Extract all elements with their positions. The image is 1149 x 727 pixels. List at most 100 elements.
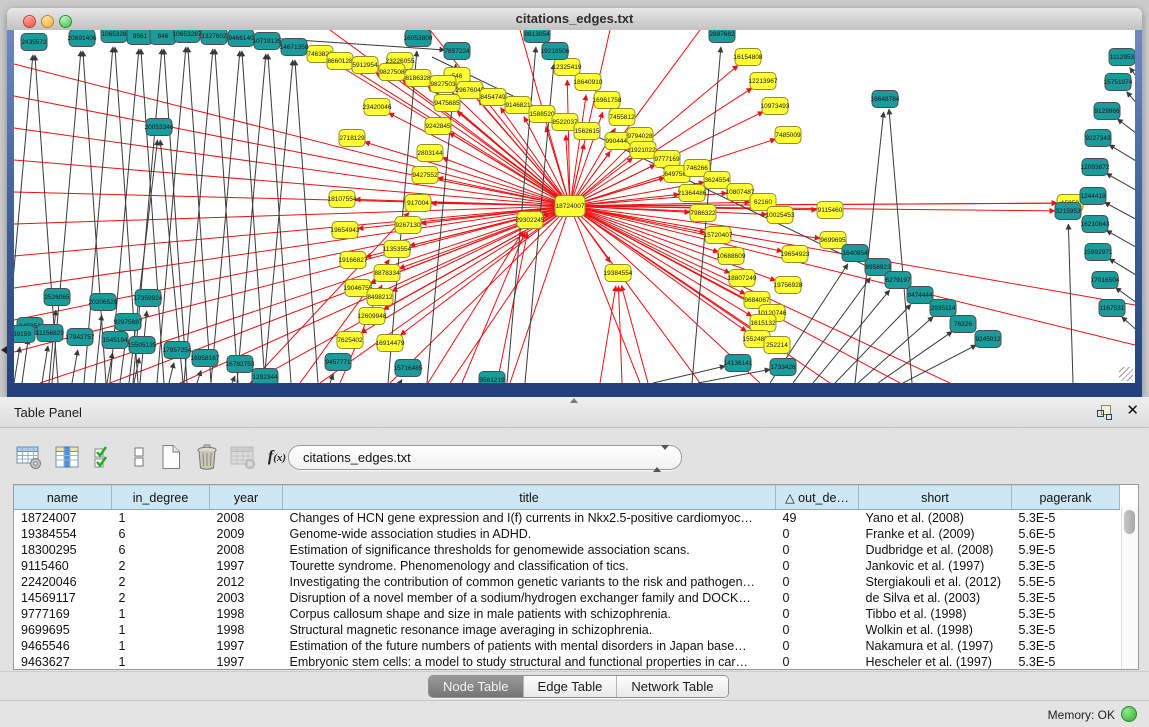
svg-text:7485009: 7485009 (775, 132, 801, 139)
scrollbar-thumb[interactable] (1124, 510, 1135, 534)
column-visibility-icon[interactable] (90, 443, 120, 471)
application-desktop: citations_edges.txt 18724007746382286601… (0, 0, 1149, 727)
table-cell: Yano et al. (2008) (859, 510, 1012, 527)
svg-text:16782753: 16782753 (226, 361, 255, 368)
svg-text:8813054: 8813054 (524, 31, 550, 38)
svg-text:19384554: 19384554 (604, 270, 633, 277)
column-header-1[interactable]: in_degree (112, 486, 210, 510)
table-row[interactable]: 969969511998Structural magnetic resonanc… (14, 622, 1120, 638)
table-row[interactable]: 946362711997Embryonic stem cells: a mode… (14, 654, 1120, 670)
table-row[interactable]: 977716911998Corpus callosum shape and si… (14, 606, 1120, 622)
table-cell: 0 (776, 558, 859, 574)
svg-text:9684067: 9684067 (744, 297, 770, 304)
table-row[interactable]: 1938455462009Genome-wide association stu… (14, 526, 1120, 542)
network-window[interactable]: citations_edges.txt 18724007746382286601… (7, 8, 1142, 397)
svg-text:2935114: 2935114 (931, 305, 956, 312)
svg-text:19166827: 19166827 (339, 257, 368, 264)
tab-network-table[interactable]: Network Table (617, 676, 727, 697)
svg-text:15751074: 15751074 (1104, 79, 1133, 86)
svg-text:8186328: 8186328 (405, 75, 431, 82)
svg-text:19756928: 19756928 (774, 282, 803, 289)
svg-text:9699695: 9699695 (820, 237, 846, 244)
table-vertical-scrollbar[interactable] (1121, 507, 1138, 669)
svg-text:917004: 917004 (407, 200, 429, 207)
table-cell: de Silva et al. (2003) (859, 590, 1012, 606)
svg-text:6279197: 6279197 (885, 277, 911, 284)
table-settings-icon[interactable] (14, 443, 44, 471)
column-header-4[interactable]: △ out_de… (776, 486, 859, 510)
column-header-3[interactable]: title (283, 486, 776, 510)
svg-text:9794028: 9794028 (627, 133, 653, 140)
table-cell: Wolkin et al. (1998) (859, 622, 1012, 638)
panel-collapse-arrow-icon[interactable] (1, 346, 7, 354)
table-cell: 0 (776, 590, 859, 606)
table-cell: Tibbo et al. (1998) (859, 606, 1012, 622)
row-height-icon[interactable] (124, 443, 154, 471)
svg-text:9561: 9561 (133, 33, 148, 40)
svg-text:18640910: 18640910 (574, 79, 603, 86)
network-canvas[interactable]: 1872400774638228660128591295423226055982… (14, 30, 1135, 383)
svg-text:8878334: 8878334 (374, 270, 400, 277)
svg-text:62160: 62160 (754, 199, 772, 206)
svg-text:7455812: 7455812 (609, 114, 635, 121)
svg-text:9242845: 9242845 (425, 123, 451, 130)
column-header-5[interactable]: short (859, 486, 1012, 510)
column-header-6[interactable]: pagerank (1012, 486, 1120, 510)
table-cell: 5.6E-5 (1012, 526, 1120, 542)
svg-text:10653287: 10653287 (173, 31, 202, 38)
table-cell: 1998 (210, 606, 283, 622)
table-cell: Stergiakouli et al. (2012) (859, 574, 1012, 590)
table-cell: Investigating the contribution of common… (283, 574, 776, 590)
column-header-0[interactable]: name (14, 486, 112, 510)
svg-text:14136141: 14136141 (724, 360, 753, 367)
table-cell: 0 (776, 574, 859, 590)
svg-text:746266: 746266 (686, 165, 708, 172)
table-selector-dropdown[interactable]: citations_edges.txt (288, 445, 682, 470)
table-panel-header: Table Panel ✕ (0, 397, 1149, 428)
svg-text:10025453: 10025453 (766, 212, 795, 219)
table-selector-value: citations_edges.txt (303, 450, 411, 465)
table-row[interactable]: 1456911722003Disruption of a novel membe… (14, 590, 1120, 606)
new-table-icon[interactable] (156, 443, 186, 471)
table-cell: Estimation of significance thresholds fo… (283, 542, 776, 558)
svg-text:9475685: 9475685 (434, 100, 460, 107)
splitter-handle[interactable] (570, 398, 578, 403)
svg-text:20691406: 20691406 (68, 35, 97, 42)
tab-edge-table[interactable]: Edge Table (524, 676, 618, 697)
table-cell: 19384554 (14, 526, 112, 542)
svg-text:17957254: 17957254 (163, 347, 192, 354)
svg-text:252214: 252214 (766, 342, 788, 349)
svg-text:10973493: 10973493 (761, 103, 790, 110)
table-cell: 49 (776, 510, 859, 527)
table-row[interactable]: 1830029562008Estimation of significance … (14, 542, 1120, 558)
svg-text:29302245: 29302245 (516, 217, 545, 224)
svg-text:17942757: 17942757 (66, 334, 95, 341)
close-panel-icon[interactable]: ✕ (1126, 403, 1139, 419)
table-row[interactable]: 946554611997Estimation of the future num… (14, 638, 1120, 654)
table-header-row: namein_degreeyeartitle△ out_de…shortpage… (14, 486, 1120, 510)
svg-text:9827508: 9827508 (379, 69, 405, 76)
column-header-2[interactable]: year (210, 486, 283, 510)
table-cell: 1997 (210, 654, 283, 670)
svg-text:20053346: 20053346 (145, 124, 174, 131)
svg-text:3624554: 3624554 (704, 177, 730, 184)
svg-text:23420046: 23420046 (363, 104, 392, 111)
svg-text:92975887: 92975887 (114, 319, 143, 326)
table-tabs-bar: Node TableEdge TableNetwork Table (0, 671, 1149, 701)
table-cell: Disruption of a novel member of a sodium… (283, 590, 776, 606)
table-cell: 22420046 (14, 574, 112, 590)
delete-entries-icon[interactable] (192, 443, 222, 471)
svg-text:1588520: 1588520 (529, 111, 555, 118)
network-window-frame: 1872400774638228660128591295423226055982… (7, 30, 1142, 397)
canvas-resize-grip[interactable] (1119, 367, 1133, 381)
table-row[interactable]: 1872400712008Changes of HCN gene express… (14, 510, 1120, 527)
column-chooser-icon[interactable] (52, 443, 82, 471)
tab-node-table[interactable]: Node Table (429, 676, 524, 697)
table-cell: 1997 (210, 638, 283, 654)
svg-text:15716485: 15716485 (394, 365, 423, 372)
network-window-titlebar[interactable]: citations_edges.txt (7, 8, 1142, 31)
float-panel-icon[interactable] (1097, 405, 1111, 419)
table-row[interactable]: 911546021997Tourette syndrome. Phenomeno… (14, 558, 1120, 574)
table-row[interactable]: 2242004622012Investigating the contribut… (14, 574, 1120, 590)
network-graph[interactable]: 1872400774638228660128591295423226055982… (14, 30, 1135, 383)
